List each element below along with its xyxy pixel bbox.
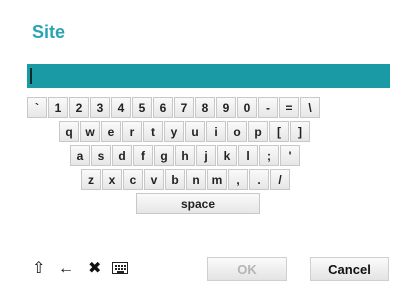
key[interactable]: 0: [237, 97, 257, 118]
key[interactable]: b: [165, 169, 185, 190]
key[interactable]: 6: [153, 97, 173, 118]
key[interactable]: f: [133, 145, 153, 166]
key[interactable]: .: [249, 169, 269, 190]
key[interactable]: c: [123, 169, 143, 190]
key[interactable]: 9: [216, 97, 236, 118]
key[interactable]: v: [144, 169, 164, 190]
key[interactable]: w: [80, 121, 100, 142]
key[interactable]: 2: [69, 97, 89, 118]
key[interactable]: [: [269, 121, 289, 142]
key[interactable]: u: [185, 121, 205, 142]
key[interactable]: o: [227, 121, 247, 142]
key[interactable]: 1: [48, 97, 68, 118]
key[interactable]: 3: [90, 97, 110, 118]
key[interactable]: n: [186, 169, 206, 190]
backspace-icon[interactable]: ←: [58, 260, 74, 278]
keyboard-row-1: ` 1 2 3 4 5 6 7 8 9 0- = \: [27, 97, 321, 118]
key[interactable]: i: [206, 121, 226, 142]
key[interactable]: z: [81, 169, 101, 190]
key[interactable]: ,: [228, 169, 248, 190]
key[interactable]: =: [279, 97, 299, 118]
key[interactable]: ;: [259, 145, 279, 166]
key[interactable]: s: [91, 145, 111, 166]
site-dialog: Site ` 1 2 3 4 5 6 7 8 9 0- = \ q w e r t y u i o p[] asdfghj…: [0, 0, 419, 292]
key[interactable]: x: [102, 169, 122, 190]
key[interactable]: t: [143, 121, 163, 142]
keyboard-row-5: space: [136, 193, 261, 214]
space-key[interactable]: space: [136, 193, 260, 214]
key[interactable]: a: [70, 145, 90, 166]
key[interactable]: k: [217, 145, 237, 166]
key[interactable]: d: [112, 145, 132, 166]
key[interactable]: p: [248, 121, 268, 142]
dialog-title: Site: [32, 22, 66, 42]
key[interactable]: r: [122, 121, 142, 142]
key[interactable]: h: [175, 145, 195, 166]
site-input[interactable]: [27, 64, 390, 88]
clear-icon[interactable]: ✖: [88, 260, 101, 278]
key[interactable]: 5: [132, 97, 152, 118]
key[interactable]: y: [164, 121, 184, 142]
key[interactable]: 7: [174, 97, 194, 118]
keyboard-row-4: z x c v b n m,. /: [81, 169, 291, 190]
key[interactable]: e: [101, 121, 121, 142]
key[interactable]: ]: [290, 121, 310, 142]
text-cursor: [30, 68, 32, 84]
key[interactable]: /: [270, 169, 290, 190]
key[interactable]: 4: [111, 97, 131, 118]
cancel-button[interactable]: Cancel: [310, 257, 389, 281]
key[interactable]: ': [280, 145, 300, 166]
key[interactable]: -: [258, 97, 278, 118]
key[interactable]: 8: [195, 97, 215, 118]
key[interactable]: m: [207, 169, 227, 190]
key[interactable]: j: [196, 145, 216, 166]
key[interactable]: g: [154, 145, 174, 166]
key[interactable]: q: [59, 121, 79, 142]
key[interactable]: `: [27, 97, 47, 118]
keyboard-row-2: q w e r t y u i o p[]: [59, 121, 311, 142]
shift-icon[interactable]: ⇧: [32, 260, 45, 278]
keyboard-row-3: a s d f g h j k l; ': [70, 145, 301, 166]
ok-button[interactable]: OK: [207, 257, 287, 281]
key[interactable]: \: [300, 97, 320, 118]
key[interactable]: l: [238, 145, 258, 166]
keyboard-icon[interactable]: [112, 262, 128, 274]
